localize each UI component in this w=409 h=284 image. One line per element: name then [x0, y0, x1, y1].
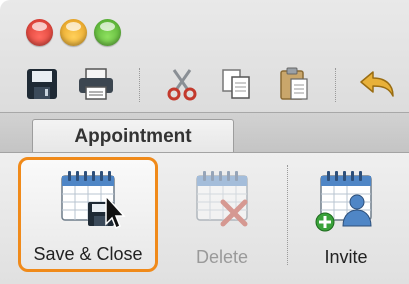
ribbon-tab-strip: Appointment — [0, 112, 409, 154]
invite-button[interactable]: Invite — [296, 157, 396, 272]
window-controls — [26, 19, 121, 46]
calendar-save-icon — [61, 171, 126, 230]
minimize-window-button[interactable] — [60, 19, 87, 46]
calendar-delete-icon — [196, 171, 248, 227]
cut-tool-button[interactable] — [160, 62, 204, 106]
toolbar-divider — [139, 68, 140, 102]
save-and-close-button[interactable]: Save & Close — [18, 157, 158, 272]
appointment-window: Appointment Save & Close Delete Invite — [0, 0, 409, 284]
print-icon — [79, 68, 113, 100]
delete-label: Delete — [195, 247, 249, 267]
save-icon — [27, 69, 57, 99]
invite-label: Invite — [324, 247, 368, 267]
paste-icon — [280, 67, 308, 100]
close-window-button[interactable] — [26, 19, 53, 46]
quick-access-toolbar — [0, 62, 409, 112]
copy-icon — [222, 69, 250, 99]
tab-appointment[interactable]: Appointment — [32, 119, 234, 154]
copy-tool-button[interactable] — [214, 62, 258, 106]
save-tool-button[interactable] — [20, 62, 64, 106]
print-tool-button[interactable] — [74, 62, 118, 106]
undo-tool-button[interactable] — [355, 62, 399, 106]
ribbon-divider — [287, 165, 288, 265]
delete-button[interactable]: Delete — [172, 157, 272, 272]
save-and-close-label: Save & Close — [33, 244, 143, 264]
paste-tool-button[interactable] — [272, 62, 316, 106]
calendar-invite-icon — [315, 171, 372, 232]
zoom-window-button[interactable] — [94, 19, 121, 46]
undo-icon — [360, 71, 394, 97]
cut-icon — [167, 69, 197, 101]
tab-appointment-label: Appointment — [74, 126, 192, 147]
ribbon-panel: Save & Close Delete Invite — [0, 152, 409, 284]
toolbar-divider — [335, 68, 336, 102]
